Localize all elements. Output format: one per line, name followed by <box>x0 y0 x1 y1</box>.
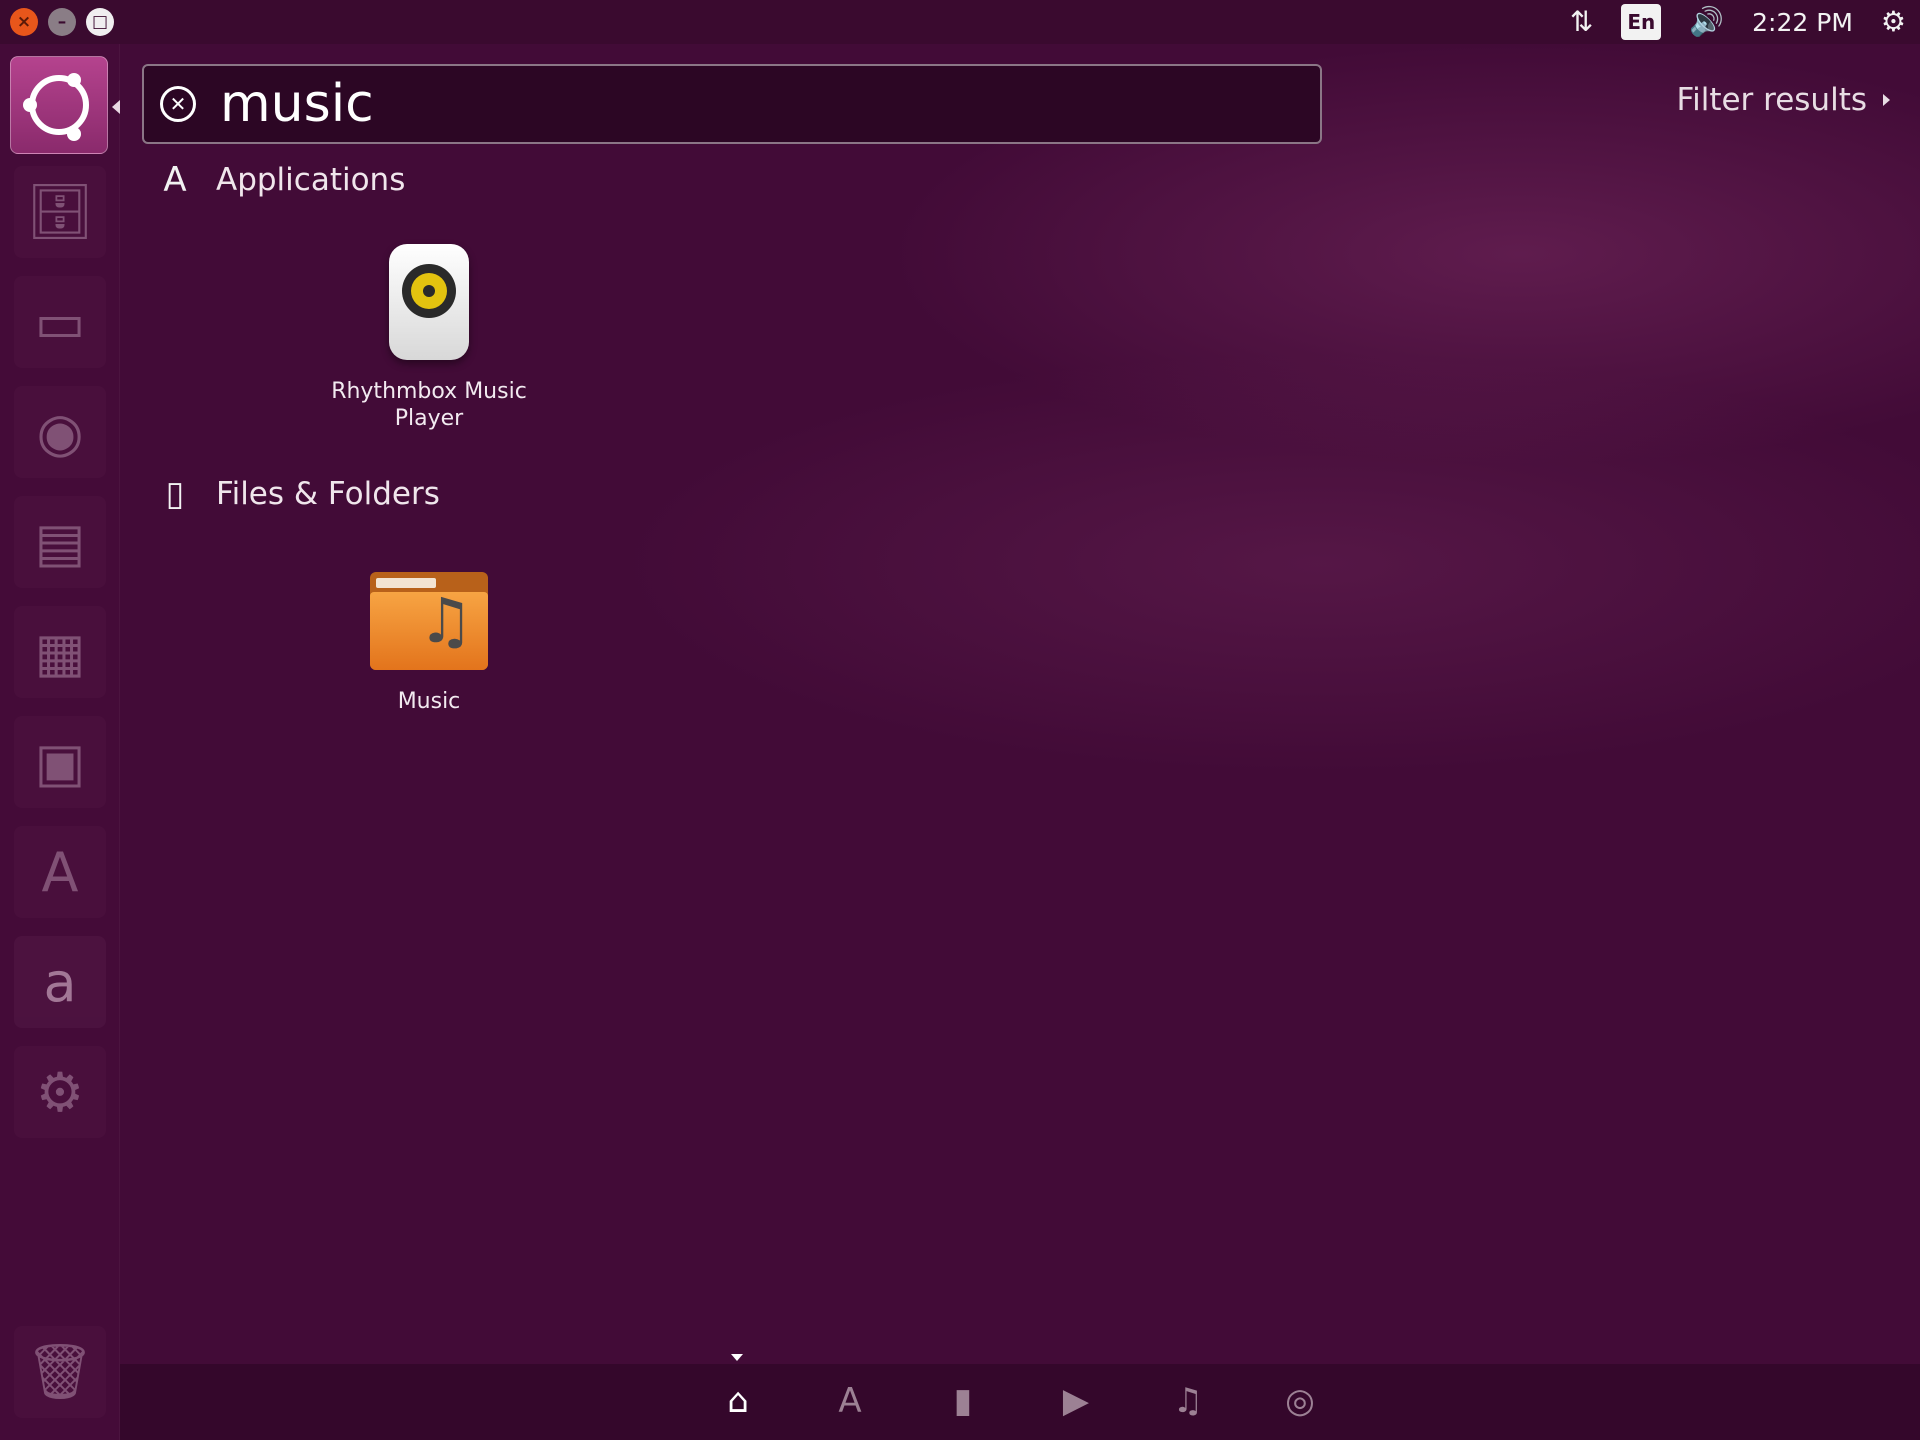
lens-applications[interactable]: A <box>820 1376 880 1426</box>
active-lens-indicator <box>731 1354 743 1361</box>
dash: ✕ Filter results A Applications Rhythmbo… <box>120 44 1920 1440</box>
window-controls: × – □ <box>10 8 114 36</box>
file-icon: ▯ <box>165 474 185 514</box>
launcher-item-impress[interactable]: ▣ <box>14 716 106 808</box>
document-icon: ▤ <box>34 510 86 574</box>
active-indicator <box>112 100 120 114</box>
spreadsheet-icon: ▦ <box>34 620 86 684</box>
music-note-icon: ♫ <box>1172 1381 1204 1421</box>
close-button[interactable]: × <box>10 8 38 36</box>
rhythmbox-icon <box>389 244 469 360</box>
lens-photos[interactable]: ◎ <box>1270 1376 1330 1426</box>
filter-results-label: Filter results <box>1676 82 1867 118</box>
launcher-item-firefox[interactable]: ◉ <box>14 386 106 478</box>
applications-icon: A <box>838 1381 862 1421</box>
maximize-button[interactable]: □ <box>86 8 114 36</box>
lens-bar: ⌂ A ▮ ▶ ♫ ◎ <box>120 1354 1920 1440</box>
presentation-icon: ▣ <box>34 730 86 794</box>
gear-icon[interactable]: ⚙ <box>1881 8 1906 36</box>
launcher-item-system-settings[interactable]: ⚙ <box>14 1046 106 1138</box>
category-title: Files & Folders <box>216 476 440 512</box>
video-icon: ▶ <box>1062 1381 1090 1421</box>
minimize-button[interactable]: – <box>48 8 76 36</box>
software-center-icon: A <box>41 840 79 904</box>
minimize-icon: – <box>57 12 67 32</box>
category-title: Applications <box>216 162 406 198</box>
launcher-item-software-center[interactable]: A <box>14 826 106 918</box>
clock[interactable]: 2:22 PM <box>1752 8 1853 37</box>
launcher-item-trash[interactable]: 🗑 <box>14 1326 106 1418</box>
result-tile-music-folder[interactable]: ♫ Music <box>314 572 544 715</box>
firefox-icon: ◉ <box>36 400 84 464</box>
launcher-item-calc[interactable]: ▦ <box>14 606 106 698</box>
network-icon[interactable]: ⇅ <box>1570 8 1593 36</box>
launcher: 🗄 ▭ ◉ ▤ ▦ ▣ A a ⚙ 🗑 <box>0 44 120 1440</box>
amazon-icon: a <box>43 950 77 1014</box>
result-label: Rhythmbox Music Player <box>331 379 527 431</box>
settings-icon: ⚙ <box>35 1060 85 1124</box>
maximize-icon: □ <box>91 12 109 32</box>
search-bar: ✕ <box>142 64 1322 144</box>
keyboard-layout-indicator[interactable]: En <box>1621 4 1662 40</box>
trash-icon: 🗑 <box>25 1340 95 1403</box>
home-icon: ⌂ <box>727 1381 749 1421</box>
top-panel: × – □ ⇅ En 🔊 2:22 PM ⚙ <box>0 0 1920 44</box>
close-icon: × <box>16 12 32 32</box>
category-header-files-folders[interactable]: ▯ Files & Folders <box>158 474 440 514</box>
category-header-applications[interactable]: A Applications <box>158 160 405 200</box>
file-icon: ▮ <box>953 1381 973 1421</box>
launcher-item-browser-window[interactable]: ▭ <box>14 276 106 368</box>
window-icon: ▭ <box>34 290 86 354</box>
filter-results-toggle[interactable]: Filter results <box>1677 82 1890 118</box>
applications-icon: A <box>163 160 187 200</box>
camera-icon: ◎ <box>1285 1381 1315 1421</box>
lens-music[interactable]: ♫ <box>1158 1376 1218 1426</box>
lens-files[interactable]: ▮ <box>933 1376 993 1426</box>
launcher-item-files[interactable]: 🗄 <box>14 166 106 258</box>
expand-arrow-icon <box>1883 94 1890 106</box>
launcher-item-dash-home[interactable] <box>10 56 108 154</box>
ubuntu-logo-icon <box>23 73 89 135</box>
file-manager-icon: 🗄 <box>25 180 95 243</box>
lens-video[interactable]: ▶ <box>1046 1376 1106 1426</box>
launcher-item-writer[interactable]: ▤ <box>14 496 106 588</box>
clear-search-icon[interactable]: ✕ <box>160 86 196 122</box>
lens-home[interactable]: ⌂ <box>708 1376 768 1426</box>
result-label: Music <box>397 689 461 714</box>
result-tile-rhythmbox[interactable]: Rhythmbox Music Player <box>314 244 544 432</box>
launcher-item-amazon[interactable]: a <box>14 936 106 1028</box>
indicator-area: ⇅ En 🔊 2:22 PM ⚙ <box>1570 0 1906 44</box>
volume-icon[interactable]: 🔊 <box>1689 8 1724 36</box>
search-input[interactable] <box>220 69 1280 139</box>
music-folder-icon: ♫ <box>370 572 488 670</box>
